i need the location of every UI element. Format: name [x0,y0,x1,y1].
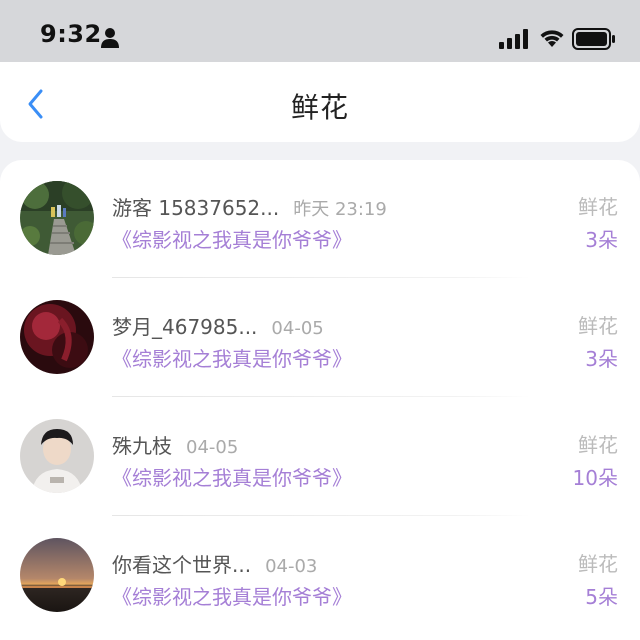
user-name: 你看这个世界... [112,553,252,577]
avatar-forest-path [20,181,94,255]
item-time: 04-05 [271,318,324,339]
status-bar: 9:32 [0,0,640,62]
list-item[interactable]: 你看这个世界... 04-03 《综影视之我真是你爷爷》 鲜花 5朵 [0,517,640,635]
status-time: 9:32 [40,20,102,48]
flower-record-list: 游客 15837652... 昨天 23:19 《综影视之我真是你爷爷》 鲜花 3… [0,160,640,640]
list-item[interactable]: 殊九枝 04-05 《综影视之我真是你爷爷》 鲜花 10朵 [0,398,640,516]
gift-count: 5朵 [585,585,618,609]
book-title-link[interactable]: 《综影视之我真是你爷爷》 [112,224,352,253]
book-title-link[interactable]: 《综影视之我真是你爷爷》 [112,462,352,491]
list-item[interactable]: 梦月_467985... 04-05 《综影视之我真是你爷爷》 鲜花 3朵 [0,279,640,397]
avatar-dark-red [20,300,94,374]
user-name-line: 梦月_467985... 04-05 [112,311,324,340]
item-time: 昨天 23:19 [293,199,387,220]
avatar-portrait [20,419,94,493]
book-title-link[interactable]: 《综影视之我真是你爷爷》 [112,343,352,372]
nav-header: 鲜花 [0,62,640,142]
list-item[interactable]: 游客 15837652... 昨天 23:19 《综影视之我真是你爷爷》 鲜花 3… [0,160,640,278]
battery-icon [572,28,615,50]
page-title: 鲜花 [290,91,349,124]
divider [112,396,530,397]
gift-type-label: 鲜花 [578,433,618,457]
divider [112,277,530,278]
gift-type-label: 鲜花 [578,552,618,576]
avatar[interactable] [20,300,94,374]
user-name: 殊九枝 [112,434,172,458]
avatar[interactable] [20,538,94,612]
user-name: 游客 15837652... [112,196,280,220]
wifi-icon [540,30,564,47]
signal-icon [499,29,528,49]
gift-count: 3朵 [585,228,618,252]
gift-type-label: 鲜花 [578,195,618,219]
item-time: 04-05 [186,437,239,458]
avatar[interactable] [20,181,94,255]
gift-type-label: 鲜花 [578,314,618,338]
person-icon [101,28,119,48]
user-name-line: 游客 15837652... 昨天 23:19 [112,192,387,221]
item-time: 04-03 [265,556,318,577]
divider [112,515,530,516]
user-name-line: 你看这个世界... 04-03 [112,549,317,578]
user-name: 梦月_467985... [112,315,258,339]
gift-count: 10朵 [572,466,618,490]
user-name-line: 殊九枝 04-05 [112,430,238,459]
avatar-sunset [20,538,94,612]
book-title-link[interactable]: 《综影视之我真是你爷爷》 [112,581,352,610]
gift-count: 3朵 [585,347,618,371]
avatar[interactable] [20,419,94,493]
